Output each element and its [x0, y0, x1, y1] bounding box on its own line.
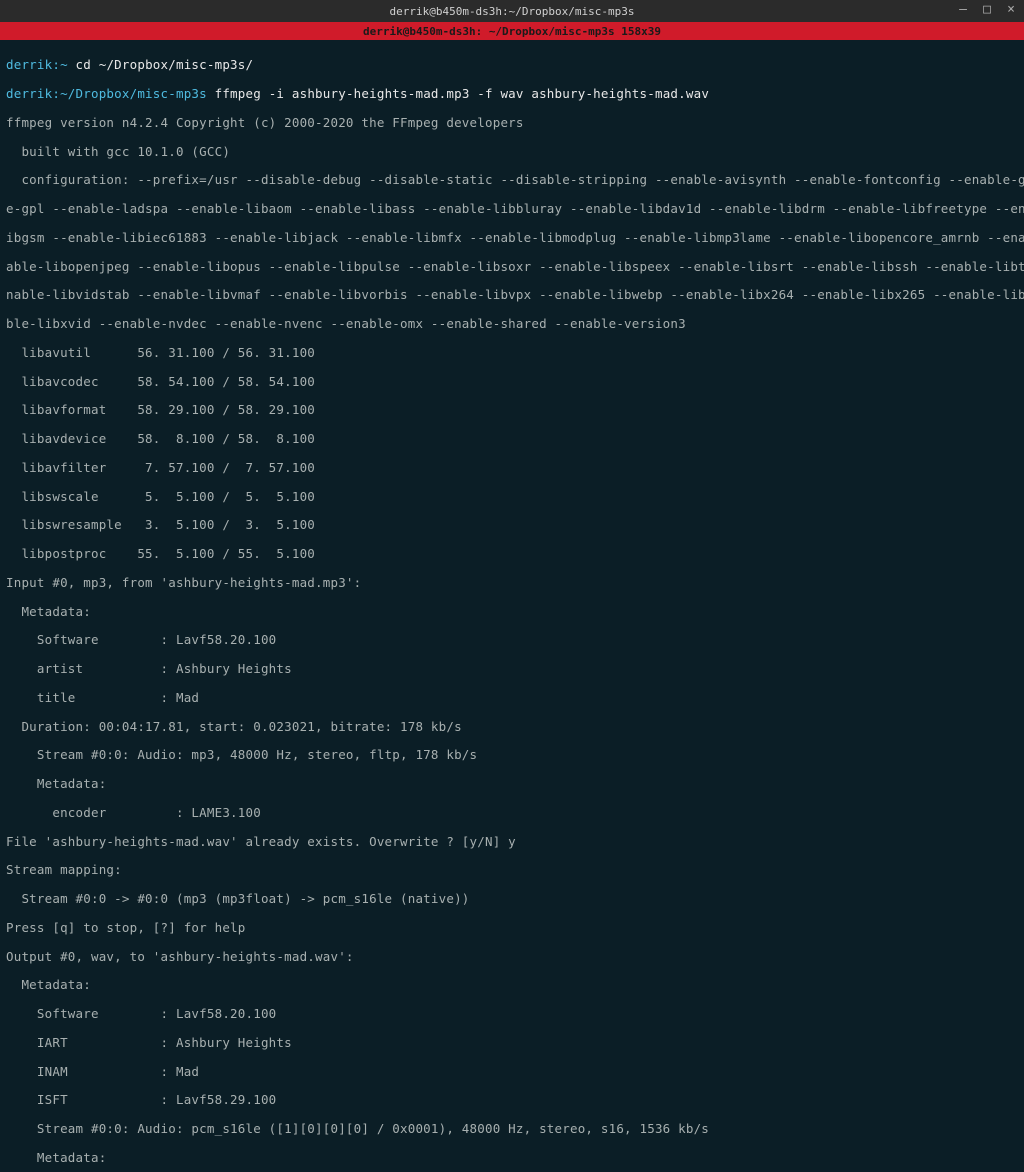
output-line: Metadata: — [6, 605, 1018, 619]
output-line: ffmpeg version n4.2.4 Copyright (c) 2000… — [6, 116, 1018, 130]
terminal-output[interactable]: derrik:~ cd ~/Dropbox/misc-mp3s/ derrik:… — [0, 40, 1024, 1172]
output-line: e-gpl --enable-ladspa --enable-libaom --… — [6, 202, 1018, 216]
output-line: File 'ashbury-heights-mad.wav' already e… — [6, 835, 1018, 849]
output-line: Stream mapping: — [6, 863, 1018, 877]
output-line: libavformat 58. 29.100 / 58. 29.100 — [6, 403, 1018, 417]
output-line: Metadata: — [6, 777, 1018, 791]
output-line: Input #0, mp3, from 'ashbury-heights-mad… — [6, 576, 1018, 590]
output-line: ISFT : Lavf58.29.100 — [6, 1093, 1018, 1107]
output-line: ibgsm --enable-libiec61883 --enable-libj… — [6, 231, 1018, 245]
command-text: ffmpeg -i ashbury-heights-mad.mp3 -f wav… — [215, 86, 709, 101]
output-line: Metadata: — [6, 1151, 1018, 1165]
output-line: libpostproc 55. 5.100 / 55. 5.100 — [6, 547, 1018, 561]
output-line: title : Mad — [6, 691, 1018, 705]
output-line: Duration: 00:04:17.81, start: 0.023021, … — [6, 720, 1018, 734]
output-line: Software : Lavf58.20.100 — [6, 633, 1018, 647]
output-line: IART : Ashbury Heights — [6, 1036, 1018, 1050]
output-line: Press [q] to stop, [?] for help — [6, 921, 1018, 935]
output-line: Software : Lavf58.20.100 — [6, 1007, 1018, 1021]
window-titlebar: derrik@b450m-ds3h:~/Dropbox/misc-mp3s — … — [0, 0, 1024, 22]
output-line: able-libopenjpeg --enable-libopus --enab… — [6, 260, 1018, 274]
output-line: libavdevice 58. 8.100 / 58. 8.100 — [6, 432, 1018, 446]
output-line: libavfilter 7. 57.100 / 7. 57.100 — [6, 461, 1018, 475]
output-line: artist : Ashbury Heights — [6, 662, 1018, 676]
output-line: libavutil 56. 31.100 / 56. 31.100 — [6, 346, 1018, 360]
window-controls: — □ × — [956, 3, 1018, 17]
terminal-status-bar: derrik@b450m-ds3h: ~/Dropbox/misc-mp3s 1… — [0, 22, 1024, 40]
status-bar-text: derrik@b450m-ds3h: ~/Dropbox/misc-mp3s 1… — [363, 25, 661, 38]
maximize-button[interactable]: □ — [980, 3, 994, 17]
output-line: Stream #0:0: Audio: pcm_s16le ([1][0][0]… — [6, 1122, 1018, 1136]
output-line: libswresample 3. 5.100 / 3. 5.100 — [6, 518, 1018, 532]
output-line: nable-libvidstab --enable-libvmaf --enab… — [6, 288, 1018, 302]
output-line: Stream #0:0 -> #0:0 (mp3 (mp3float) -> p… — [6, 892, 1018, 906]
output-line: libswscale 5. 5.100 / 5. 5.100 — [6, 490, 1018, 504]
output-line: encoder : LAME3.100 — [6, 806, 1018, 820]
prompt-user: derrik:~/Dropbox/misc-mp3s — [6, 86, 207, 101]
close-button[interactable]: × — [1004, 3, 1018, 17]
output-line: built with gcc 10.1.0 (GCC) — [6, 145, 1018, 159]
output-line: configuration: --prefix=/usr --disable-d… — [6, 173, 1018, 187]
output-line: INAM : Mad — [6, 1065, 1018, 1079]
output-line: libavcodec 58. 54.100 / 58. 54.100 — [6, 375, 1018, 389]
command-text: cd ~/Dropbox/misc-mp3s/ — [76, 57, 254, 72]
output-line: Stream #0:0: Audio: mp3, 48000 Hz, stere… — [6, 748, 1018, 762]
output-line: Output #0, wav, to 'ashbury-heights-mad.… — [6, 950, 1018, 964]
window-title: derrik@b450m-ds3h:~/Dropbox/misc-mp3s — [389, 5, 634, 18]
prompt-user: derrik:~ — [6, 57, 68, 72]
output-line: ble-libxvid --enable-nvdec --enable-nven… — [6, 317, 1018, 331]
minimize-button[interactable]: — — [956, 3, 970, 17]
output-line: Metadata: — [6, 978, 1018, 992]
